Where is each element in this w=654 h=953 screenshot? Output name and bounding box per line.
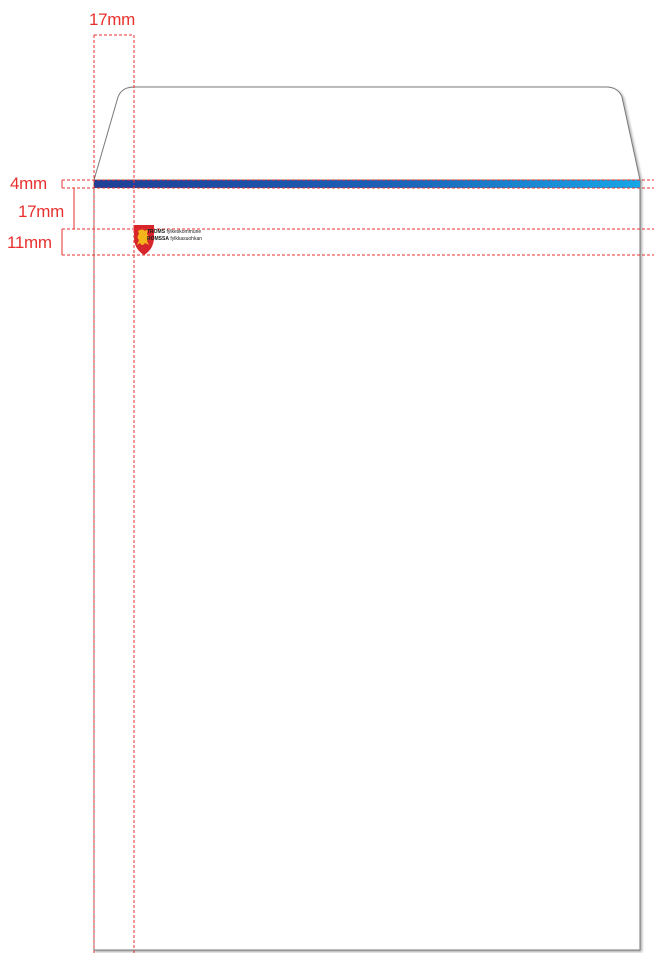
brand-line-2-rest: fylkkasuohkan <box>168 236 203 242</box>
envelope-flap <box>93 86 641 181</box>
envelope-body <box>93 179 641 951</box>
brand-line-2: ROMSSA fylkkasuohkan <box>147 236 202 242</box>
dimension-label-left-margin: 17mm <box>89 10 136 29</box>
brand-line-1-rest: fylkeskommune <box>165 229 202 235</box>
brand-line-1-bold: TROMS <box>147 229 166 235</box>
brand-line-1: TROMS fylkeskommune <box>147 229 201 235</box>
envelope-diagram <box>61 34 654 953</box>
dimension-label-logo: 11mm <box>7 233 52 252</box>
dimension-label-stripe: 4mm <box>10 174 47 193</box>
brand-stripe <box>94 180 640 188</box>
dimension-label-spacing: 17mm <box>18 202 65 221</box>
brand-line-2-bold: ROMSSA <box>147 236 169 242</box>
